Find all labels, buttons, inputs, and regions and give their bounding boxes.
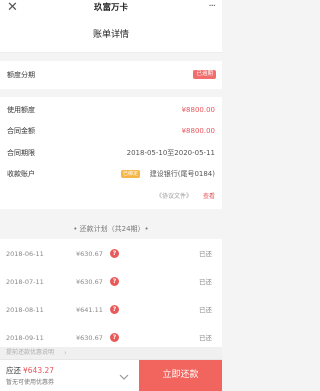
repayment-plan-list: 2018-06-11 ¥630.67 ? 已还 2018-07-11 ¥630.… <box>0 239 222 347</box>
contract-amount-value: ¥8800.00 <box>181 127 215 135</box>
plan-status: 已还 <box>199 306 212 314</box>
pay-now-button[interactable]: 立即还款 <box>139 360 222 391</box>
prepay-info-bar[interactable]: 提前还款优惠说明 › <box>0 347 222 359</box>
section-gap <box>0 53 222 61</box>
bound-badge: 已绑定 <box>121 170 141 178</box>
used-limit-label: 使用额度 <box>7 106 35 114</box>
agreement-link[interactable]: 《协议文件》 <box>156 192 192 201</box>
repayment-plan-title: • 还款计划（共24期）• <box>73 225 149 233</box>
installment-section: 额度分期 已逾期 <box>0 61 222 89</box>
contract-term-value: 2018-05-10至2020-05-11 <box>126 149 215 157</box>
installment-label: 额度分期 <box>7 71 35 79</box>
details-section: 使用额度 ¥8800.00 合同金额 ¥8800.00 合同期限 2018-05… <box>0 97 222 209</box>
receiving-account-label: 收款账户 <box>7 170 35 178</box>
plan-date: 2018-07-11 <box>6 278 44 286</box>
plan-date: 2018-06-11 <box>6 250 44 258</box>
plan-status: 已还 <box>199 278 212 286</box>
chevron-down-icon[interactable] <box>118 368 130 380</box>
plan-row[interactable]: 2018-07-11 ¥630.67 ? 已还 <box>0 267 222 298</box>
contract-term-label: 合同期限 <box>7 149 35 157</box>
question-icon[interactable]: ? <box>110 333 119 342</box>
section-gap <box>0 89 222 97</box>
bank-account-value: 建设银行(尾号0184) <box>149 170 215 178</box>
plan-amount: ¥630.67 <box>76 278 103 286</box>
question-icon[interactable]: ? <box>110 249 119 258</box>
plan-amount: ¥630.67 <box>76 250 103 258</box>
plan-date: 2018-09-11 <box>6 334 44 342</box>
due-label: 应还 <box>6 366 21 375</box>
overdue-badge: 已逾期 <box>193 70 216 79</box>
plan-row[interactable]: 2018-06-11 ¥630.67 ? 已还 <box>0 239 222 270</box>
plan-date: 2018-08-11 <box>6 306 44 314</box>
more-icon[interactable]: ··· <box>201 0 216 14</box>
prepay-info-text: 提前还款优惠说明 <box>6 349 55 356</box>
plan-amount: ¥630.67 <box>76 334 103 342</box>
coupon-status: 暂无可使用优惠券 <box>6 379 55 386</box>
plan-status: 已还 <box>199 250 212 258</box>
chevron-right-icon: › <box>64 349 67 357</box>
question-icon[interactable]: ? <box>110 277 119 286</box>
footer-bar: 应还 ¥643.27 暂无可使用优惠券 立即还款 <box>0 359 222 391</box>
used-limit-value: ¥8800.00 <box>181 106 215 114</box>
plan-status: 已还 <box>199 334 212 342</box>
app-title: 玖富万卡 <box>93 3 128 13</box>
page-header: 账单详情 <box>0 18 222 53</box>
page-title: 账单详情 <box>92 30 129 40</box>
title-bar: ✕ 玖富万卡 ··· <box>0 0 222 18</box>
contract-amount-label: 合同金额 <box>7 127 35 135</box>
plan-row[interactable]: 2018-08-11 ¥641.11 ? 已还 <box>0 295 222 326</box>
due-amount: ¥643.27 <box>23 366 55 375</box>
question-icon[interactable]: ? <box>110 305 119 314</box>
view-agreement-link[interactable]: 查看 <box>203 192 215 201</box>
plan-row[interactable]: 2018-09-11 ¥630.67 ? 已还 <box>0 323 222 347</box>
plan-amount: ¥641.11 <box>76 306 103 314</box>
